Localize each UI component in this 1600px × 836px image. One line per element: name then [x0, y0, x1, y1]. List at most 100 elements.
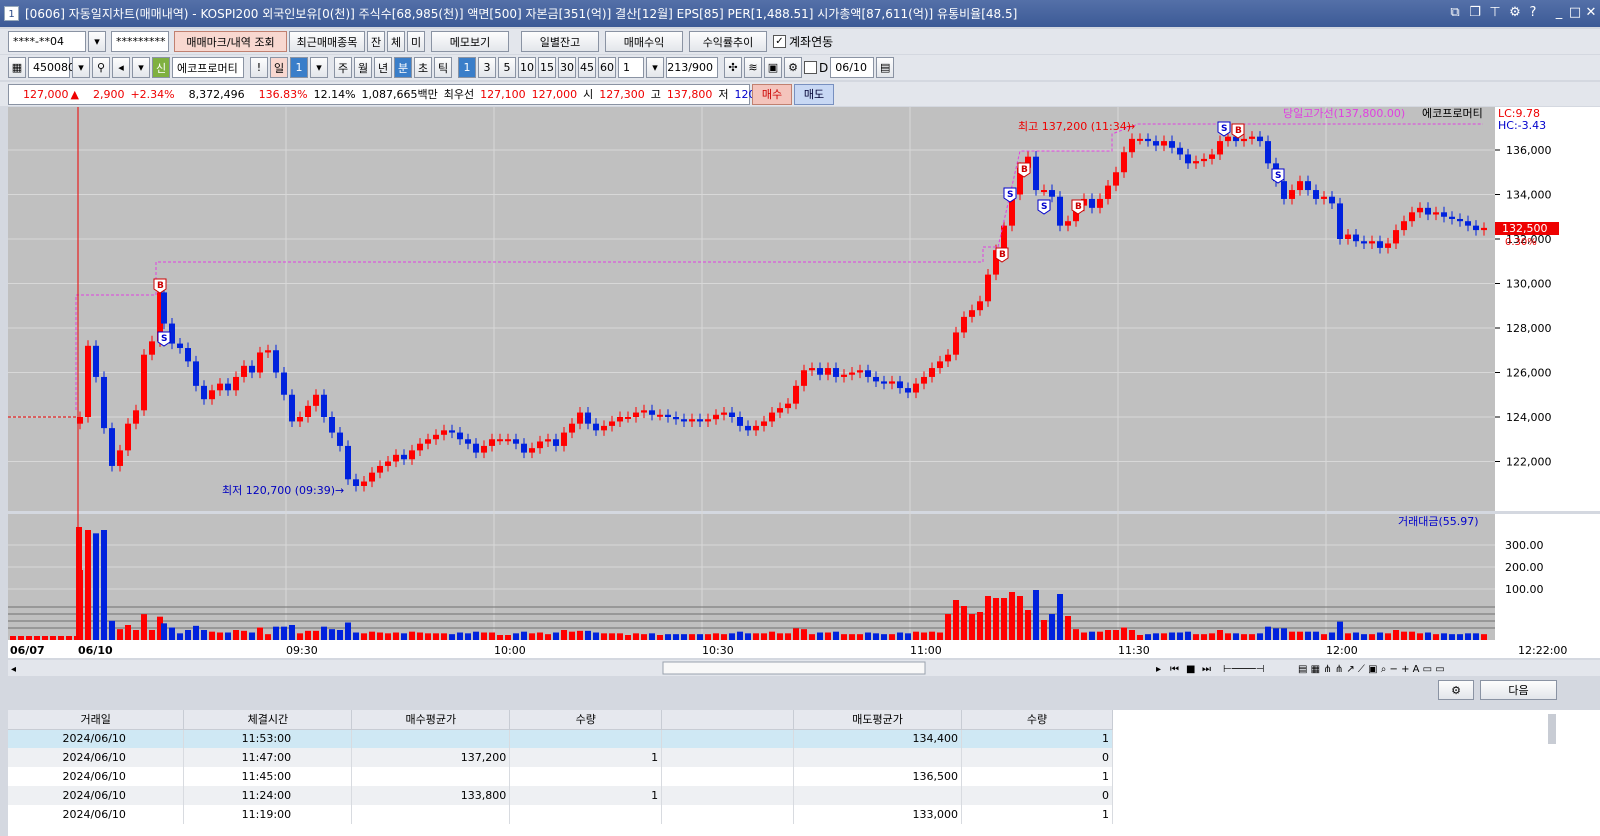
alert-button[interactable]: !: [250, 57, 268, 78]
chart-area[interactable]: 최고 137,200 (11:34) 최저 120,700 (09:39) → …: [8, 107, 1600, 687]
window-copy-icon[interactable]: ❐: [1467, 5, 1483, 20]
gear-icon[interactable]: ⚙: [784, 57, 802, 78]
scroll-left-icon[interactable]: ◂: [11, 664, 16, 675]
volume-bar: [921, 632, 927, 640]
period-dropdown-icon[interactable]: ▾: [310, 57, 328, 78]
interval-dropdown-icon[interactable]: ▾: [646, 57, 664, 78]
sell-button[interactable]: 매도: [794, 83, 834, 105]
period-year-button[interactable]: 년: [374, 57, 392, 78]
chart-tools-icon[interactable]: ▤ ▦ ⋔ ⋔ ↗ ⟋ ▣ ⌕ − + A ▭ ▭: [1298, 664, 1445, 675]
last-icon[interactable]: ⏭: [1202, 664, 1211, 675]
indicator-icon[interactable]: ≋: [744, 57, 762, 78]
period-second-button[interactable]: 초: [414, 57, 432, 78]
marks-query-button[interactable]: 매매마크/내역 조회: [174, 31, 287, 52]
candle-body: [1289, 190, 1295, 199]
layout-icon[interactable]: ▦: [8, 57, 26, 78]
col-buy-qty[interactable]: 수량: [509, 710, 663, 730]
minimize-icon[interactable]: _: [1551, 5, 1567, 20]
candle-body: [865, 370, 871, 377]
buy-button[interactable]: 매수: [752, 83, 792, 105]
help-icon[interactable]: ?: [1525, 5, 1541, 20]
period-minute-button[interactable]: 분: [394, 57, 412, 78]
executed-button[interactable]: 체: [387, 31, 405, 52]
sound-dropdown-icon[interactable]: ▾: [132, 57, 150, 78]
memo-button[interactable]: 메모보기: [431, 31, 509, 52]
period-month-button[interactable]: 월: [354, 57, 372, 78]
scroll-thumb[interactable]: [662, 661, 926, 675]
price-change: 2,900: [92, 87, 125, 101]
recent-trades-button[interactable]: 최근매매종목: [289, 31, 365, 52]
date-input[interactable]: 06/10: [830, 57, 875, 78]
table-row[interactable]: 2024/06/10 11:45:00 136,500 1: [8, 767, 1113, 786]
balance-button[interactable]: 잔: [367, 31, 385, 52]
password-input[interactable]: *********: [111, 31, 169, 52]
period-day-button[interactable]: 일: [270, 57, 288, 78]
first-icon[interactable]: ⏮: [1170, 664, 1179, 675]
interval-input[interactable]: 1: [618, 57, 644, 78]
minute-1-button[interactable]: 1: [458, 57, 476, 78]
settings-button[interactable]: ⚙: [1438, 680, 1474, 700]
table-row[interactable]: 2024/06/10 11:47:00 137,200 1 0: [8, 748, 1113, 767]
col-exec-time[interactable]: 체결시간: [183, 710, 353, 730]
table-row[interactable]: 2024/06/10 11:24:00 133,800 1 0: [8, 786, 1113, 805]
candlestick-chart[interactable]: 최고 137,200 (11:34) 최저 120,700 (09:39) → …: [8, 107, 1600, 687]
next-button[interactable]: 다음: [1480, 680, 1557, 700]
candle-body: [265, 350, 271, 353]
zoom-slider-icon[interactable]: ⊢────⊣: [1223, 664, 1265, 675]
save-icon[interactable]: ▣: [764, 57, 782, 78]
period-week-button[interactable]: 주: [334, 57, 352, 78]
candle-body: [241, 365, 247, 377]
volume-bar: [1337, 621, 1343, 640]
minute-15-button[interactable]: 15: [538, 57, 556, 78]
account-link-checkbox[interactable]: ✓ 계좌연동: [773, 33, 833, 50]
profit-rate-button[interactable]: 수익률추이: [689, 31, 767, 52]
daily-balance-button[interactable]: 일별잔고: [521, 31, 599, 52]
stock-code-input[interactable]: 450080: [28, 57, 75, 78]
minute-60-button[interactable]: 60: [598, 57, 616, 78]
period-tick-button[interactable]: 틱: [434, 57, 452, 78]
volume-bar: [1073, 629, 1079, 640]
candle-body: [985, 274, 991, 302]
code-dropdown-icon[interactable]: ▾: [72, 57, 90, 78]
table-scrollbar[interactable]: [1548, 714, 1556, 744]
minute-3-button[interactable]: 3: [478, 57, 496, 78]
calendar-icon[interactable]: ▤: [876, 57, 895, 78]
period-num-button[interactable]: 1: [290, 57, 308, 78]
table-cell: [509, 729, 663, 748]
col-buy-avg[interactable]: 매수평균가: [351, 710, 511, 730]
col-trade-date[interactable]: 거래일: [8, 710, 185, 730]
maximize-icon[interactable]: □: [1567, 5, 1583, 20]
scroll-right-icon[interactable]: ▸: [1156, 664, 1161, 675]
table-row[interactable]: 2024/06/10 11:19:00 133,000 1: [8, 805, 1113, 824]
price-pane[interactable]: [8, 107, 1495, 511]
volume-bar: [753, 633, 759, 640]
close-icon[interactable]: ✕: [1583, 5, 1599, 20]
search-icon[interactable]: ⚲: [92, 57, 110, 78]
pin-icon[interactable]: ⊤: [1487, 5, 1503, 20]
count-input[interactable]: 213/900: [666, 57, 718, 78]
volume-bar: [1153, 633, 1159, 640]
checkmark-icon: ✓: [773, 35, 786, 48]
minute-5-button[interactable]: 5: [498, 57, 516, 78]
trade-profit-button[interactable]: 매매수익: [605, 31, 683, 52]
minute-45-button[interactable]: 45: [578, 57, 596, 78]
table-cell: [351, 805, 511, 824]
col-sell-avg[interactable]: 매도평균가: [793, 710, 963, 730]
table-row[interactable]: 2024/06/10 11:53:00 134,400 1: [8, 729, 1113, 748]
settings-icon[interactable]: ⚙: [1507, 5, 1523, 20]
account-input[interactable]: ****-**04: [8, 31, 86, 52]
candle-body: [673, 417, 679, 420]
minute-30-button[interactable]: 30: [558, 57, 576, 78]
pending-button[interactable]: 미: [407, 31, 425, 52]
account-dropdown-icon[interactable]: ▾: [88, 31, 106, 52]
stop-icon[interactable]: ■: [1186, 664, 1195, 675]
sound-icon[interactable]: ◂: [112, 57, 130, 78]
table-cell: 2024/06/10: [8, 729, 185, 748]
link-icon[interactable]: ⧉: [1447, 5, 1463, 20]
date-checkbox[interactable]: [804, 61, 817, 74]
candle-body: [529, 448, 535, 453]
minute-10-button[interactable]: 10: [518, 57, 536, 78]
crosshair-icon[interactable]: ✣: [724, 57, 742, 78]
table-cell: 133,800: [351, 786, 511, 805]
col-sell-qty[interactable]: 수량: [961, 710, 1113, 730]
